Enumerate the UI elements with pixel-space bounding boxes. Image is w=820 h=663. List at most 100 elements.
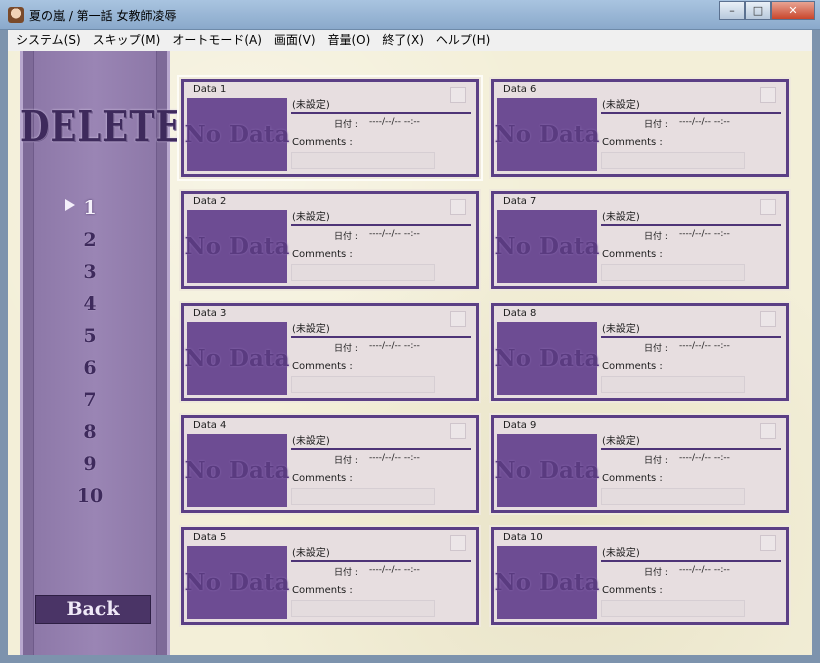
page-2-button[interactable]: 2 bbox=[20, 229, 160, 251]
slot-divider bbox=[601, 224, 781, 226]
maximize-button[interactable]: □ bbox=[745, 1, 771, 20]
menu-exit[interactable]: 終了(X) bbox=[376, 31, 430, 50]
comments-label: Comments : bbox=[292, 473, 353, 484]
slot-name: Data 7 bbox=[503, 196, 537, 207]
date-label: 日付 : bbox=[334, 456, 358, 466]
save-slot[interactable]: Data 4 No Data (未設定) 日付 : ----/--/-- --:-- Co… bbox=[181, 415, 479, 513]
date-label: 日付 : bbox=[334, 568, 358, 578]
slot-thumbnail: No Data bbox=[185, 210, 289, 283]
date-value: ----/--/-- --:-- bbox=[369, 341, 420, 351]
save-slot[interactable]: Data 2 No Data (未設定) 日付 : ----/--/-- --:-- Co… bbox=[181, 191, 479, 289]
slot-thumbnail: No Data bbox=[185, 98, 289, 171]
slot-thumbnail: No Data bbox=[495, 322, 599, 395]
slot-checkbox[interactable] bbox=[760, 535, 776, 551]
comments-field bbox=[291, 152, 435, 169]
save-slot[interactable]: Data 5 No Data (未設定) 日付 : ----/--/-- --:-- Co… bbox=[181, 527, 479, 625]
slot-divider bbox=[291, 224, 471, 226]
page-10-button[interactable]: 10 bbox=[20, 485, 160, 507]
comments-label: Comments : bbox=[602, 249, 663, 260]
comments-label: Comments : bbox=[292, 137, 353, 148]
slot-checkbox[interactable] bbox=[450, 311, 466, 327]
slot-checkbox[interactable] bbox=[450, 535, 466, 551]
page-5-button[interactable]: 5 bbox=[20, 325, 160, 347]
window-title: 夏の嵐 / 第一話 女教師凌辱 bbox=[29, 9, 177, 23]
app-icon bbox=[8, 7, 24, 23]
slot-divider bbox=[601, 112, 781, 114]
save-slot[interactable]: Data 10 No Data (未設定) 日付 : ----/--/-- --:-- C… bbox=[491, 527, 789, 625]
save-slot[interactable]: Data 3 No Data (未設定) 日付 : ----/--/-- --:-- Co… bbox=[181, 303, 479, 401]
slot-name: Data 9 bbox=[503, 420, 537, 431]
comments-label: Comments : bbox=[292, 361, 353, 372]
save-slot[interactable]: Data 9 No Data (未設定) 日付 : ----/--/-- --:-- Co… bbox=[491, 415, 789, 513]
comments-field bbox=[291, 264, 435, 281]
slot-checkbox[interactable] bbox=[760, 199, 776, 215]
slot-divider bbox=[601, 560, 781, 562]
delete-title: DELETE bbox=[20, 102, 183, 152]
comments-field bbox=[601, 264, 745, 281]
slot-divider bbox=[291, 112, 471, 114]
comments-field bbox=[291, 600, 435, 617]
comments-field bbox=[291, 376, 435, 393]
date-label: 日付 : bbox=[334, 232, 358, 242]
menu-system[interactable]: システム(S) bbox=[10, 31, 87, 50]
slot-divider bbox=[291, 448, 471, 450]
save-slot[interactable]: Data 1 No Data (未設定) 日付 : ----/--/-- --:-- Co… bbox=[181, 79, 479, 177]
page-9-button[interactable]: 9 bbox=[20, 453, 160, 475]
slot-title: (未設定) bbox=[602, 212, 640, 223]
comments-label: Comments : bbox=[292, 249, 353, 260]
page-1-button[interactable]: 1 bbox=[20, 197, 160, 219]
slot-title: (未設定) bbox=[292, 436, 330, 447]
back-button[interactable]: Back bbox=[35, 595, 151, 624]
slot-name: Data 8 bbox=[503, 308, 537, 319]
slot-checkbox[interactable] bbox=[450, 423, 466, 439]
close-button[interactable]: ✕ bbox=[771, 1, 815, 20]
slot-checkbox[interactable] bbox=[760, 87, 776, 103]
date-label: 日付 : bbox=[644, 568, 668, 578]
slot-checkbox[interactable] bbox=[450, 199, 466, 215]
slot-title: (未設定) bbox=[602, 324, 640, 335]
comments-field bbox=[601, 376, 745, 393]
page-6-button[interactable]: 6 bbox=[20, 357, 160, 379]
comments-label: Comments : bbox=[602, 361, 663, 372]
date-value: ----/--/-- --:-- bbox=[679, 565, 730, 575]
date-value: ----/--/-- --:-- bbox=[679, 341, 730, 351]
page-label: 1 bbox=[83, 197, 97, 219]
page-3-button[interactable]: 3 bbox=[20, 261, 160, 283]
window-controls: – □ ✕ bbox=[719, 1, 815, 21]
menu-help[interactable]: ヘルプ(H) bbox=[430, 31, 496, 50]
slot-thumbnail: No Data bbox=[495, 98, 599, 171]
title-bar: 夏の嵐 / 第一話 女教師凌辱 – □ ✕ bbox=[0, 0, 820, 30]
minimize-button[interactable]: – bbox=[719, 1, 745, 20]
comments-label: Comments : bbox=[602, 585, 663, 596]
slot-thumbnail: No Data bbox=[185, 322, 289, 395]
slot-thumbnail: No Data bbox=[495, 434, 599, 507]
date-label: 日付 : bbox=[334, 344, 358, 354]
game-screen: DELETE 1 2 3 4 5 6 7 8 9 10 Back Data 1 N… bbox=[8, 51, 812, 655]
save-slot[interactable]: Data 6 No Data (未設定) 日付 : ----/--/-- --:-- Co… bbox=[491, 79, 789, 177]
date-value: ----/--/-- --:-- bbox=[679, 117, 730, 127]
menu-auto-mode[interactable]: オートモード(A) bbox=[166, 31, 268, 50]
save-slot[interactable]: Data 8 No Data (未設定) 日付 : ----/--/-- --:-- Co… bbox=[491, 303, 789, 401]
page-8-button[interactable]: 8 bbox=[20, 421, 160, 443]
page-7-button[interactable]: 7 bbox=[20, 389, 160, 411]
slot-name: Data 5 bbox=[193, 532, 227, 543]
menu-volume[interactable]: 音量(O) bbox=[322, 31, 377, 50]
comments-label: Comments : bbox=[292, 585, 353, 596]
date-value: ----/--/-- --:-- bbox=[679, 229, 730, 239]
save-slot[interactable]: Data 7 No Data (未設定) 日付 : ----/--/-- --:-- Co… bbox=[491, 191, 789, 289]
slot-divider bbox=[291, 336, 471, 338]
slot-checkbox[interactable] bbox=[760, 311, 776, 327]
slot-divider bbox=[601, 448, 781, 450]
page-4-button[interactable]: 4 bbox=[20, 293, 160, 315]
menu-skip[interactable]: スキップ(M) bbox=[87, 31, 167, 50]
slot-checkbox[interactable] bbox=[450, 87, 466, 103]
comments-field bbox=[291, 488, 435, 505]
slot-divider bbox=[601, 336, 781, 338]
menu-screen[interactable]: 画面(V) bbox=[268, 31, 322, 50]
comments-field bbox=[601, 600, 745, 617]
date-value: ----/--/-- --:-- bbox=[369, 565, 420, 575]
slot-checkbox[interactable] bbox=[760, 423, 776, 439]
slot-name: Data 6 bbox=[503, 84, 537, 95]
menu-bar: システム(S) スキップ(M) オートモード(A) 画面(V) 音量(O) 終了… bbox=[8, 30, 812, 51]
slot-divider bbox=[291, 560, 471, 562]
